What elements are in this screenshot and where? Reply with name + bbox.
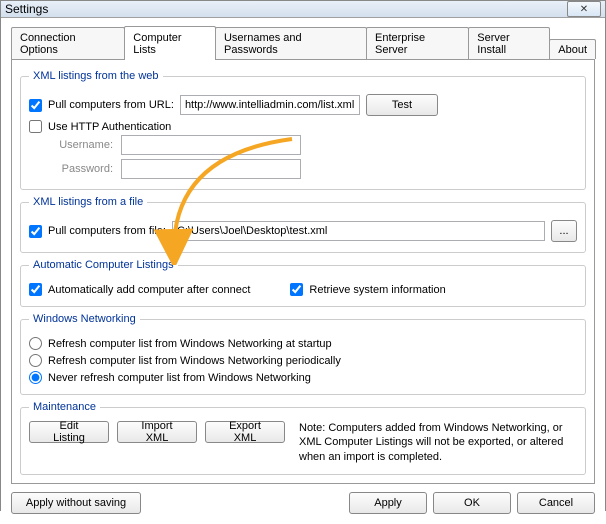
group-auto-legend: Automatic Computer Listings	[29, 259, 178, 271]
group-maint-legend: Maintenance	[29, 401, 100, 413]
group-maintenance: Maintenance Edit Listing Import XML Expo…	[20, 401, 586, 475]
close-button[interactable]: ✕	[567, 1, 601, 17]
group-file-legend: XML listings from a file	[29, 196, 147, 208]
tab-connection-options[interactable]: Connection Options	[11, 27, 125, 59]
group-web-legend: XML listings from the web	[29, 70, 163, 82]
close-icon: ✕	[580, 4, 588, 15]
refresh-periodic-radio[interactable]	[29, 354, 42, 367]
tabpage-computer-lists: XML listings from the web Pull computers…	[11, 60, 595, 484]
tabstrip: Connection Options Computer Lists Userna…	[11, 26, 595, 60]
username-input[interactable]	[121, 135, 301, 155]
username-label: Username:	[47, 139, 113, 151]
maintenance-note: Note: Computers added from Windows Netwo…	[293, 421, 577, 464]
settings-window: Settings ✕ Connection Options Computer L…	[0, 0, 606, 511]
refresh-never-label: Never refresh computer list from Windows…	[48, 372, 311, 384]
group-web-listings: XML listings from the web Pull computers…	[20, 70, 586, 190]
http-auth-label: Use HTTP Authentication	[48, 121, 171, 133]
pull-url-checkbox[interactable]	[29, 99, 42, 112]
refresh-startup-label: Refresh computer list from Windows Netwo…	[48, 338, 332, 350]
tab-enterprise-server[interactable]: Enterprise Server	[366, 27, 469, 59]
client-area: Connection Options Computer Lists Userna…	[1, 18, 605, 524]
browse-button[interactable]: ...	[551, 220, 577, 242]
import-xml-button[interactable]: Import XML	[117, 421, 197, 443]
retrieve-info-label: Retrieve system information	[309, 284, 445, 296]
auto-add-label: Automatically add computer after connect	[48, 284, 250, 296]
tab-about[interactable]: About	[549, 39, 596, 59]
window-title: Settings	[5, 2, 567, 16]
group-net-legend: Windows Networking	[29, 313, 140, 325]
group-windows-networking: Windows Networking Refresh computer list…	[20, 313, 586, 395]
export-xml-button[interactable]: Export XML	[205, 421, 285, 443]
refresh-never-radio[interactable]	[29, 371, 42, 384]
test-button[interactable]: Test	[366, 94, 438, 116]
refresh-periodic-label: Refresh computer list from Windows Netwo…	[48, 355, 341, 367]
file-path-input[interactable]	[172, 221, 545, 241]
tab-server-install[interactable]: Server Install	[468, 27, 550, 59]
tab-usernames-passwords[interactable]: Usernames and Passwords	[215, 27, 367, 59]
edit-listing-button[interactable]: Edit Listing	[29, 421, 109, 443]
url-input[interactable]	[180, 95, 360, 115]
retrieve-info-checkbox[interactable]	[290, 283, 303, 296]
refresh-startup-radio[interactable]	[29, 337, 42, 350]
group-auto-listings: Automatic Computer Listings Automaticall…	[20, 259, 586, 307]
http-auth-checkbox[interactable]	[29, 120, 42, 133]
pull-file-checkbox[interactable]	[29, 225, 42, 238]
group-file-listings: XML listings from a file Pull computers …	[20, 196, 586, 253]
password-input[interactable]	[121, 159, 301, 179]
titlebar: Settings ✕	[1, 1, 605, 18]
tab-computer-lists[interactable]: Computer Lists	[124, 26, 216, 60]
pull-url-label: Pull computers from URL:	[48, 99, 174, 111]
password-label: Password:	[47, 163, 113, 175]
auto-add-checkbox[interactable]	[29, 283, 42, 296]
pull-file-label: Pull computers from file:	[48, 225, 166, 237]
